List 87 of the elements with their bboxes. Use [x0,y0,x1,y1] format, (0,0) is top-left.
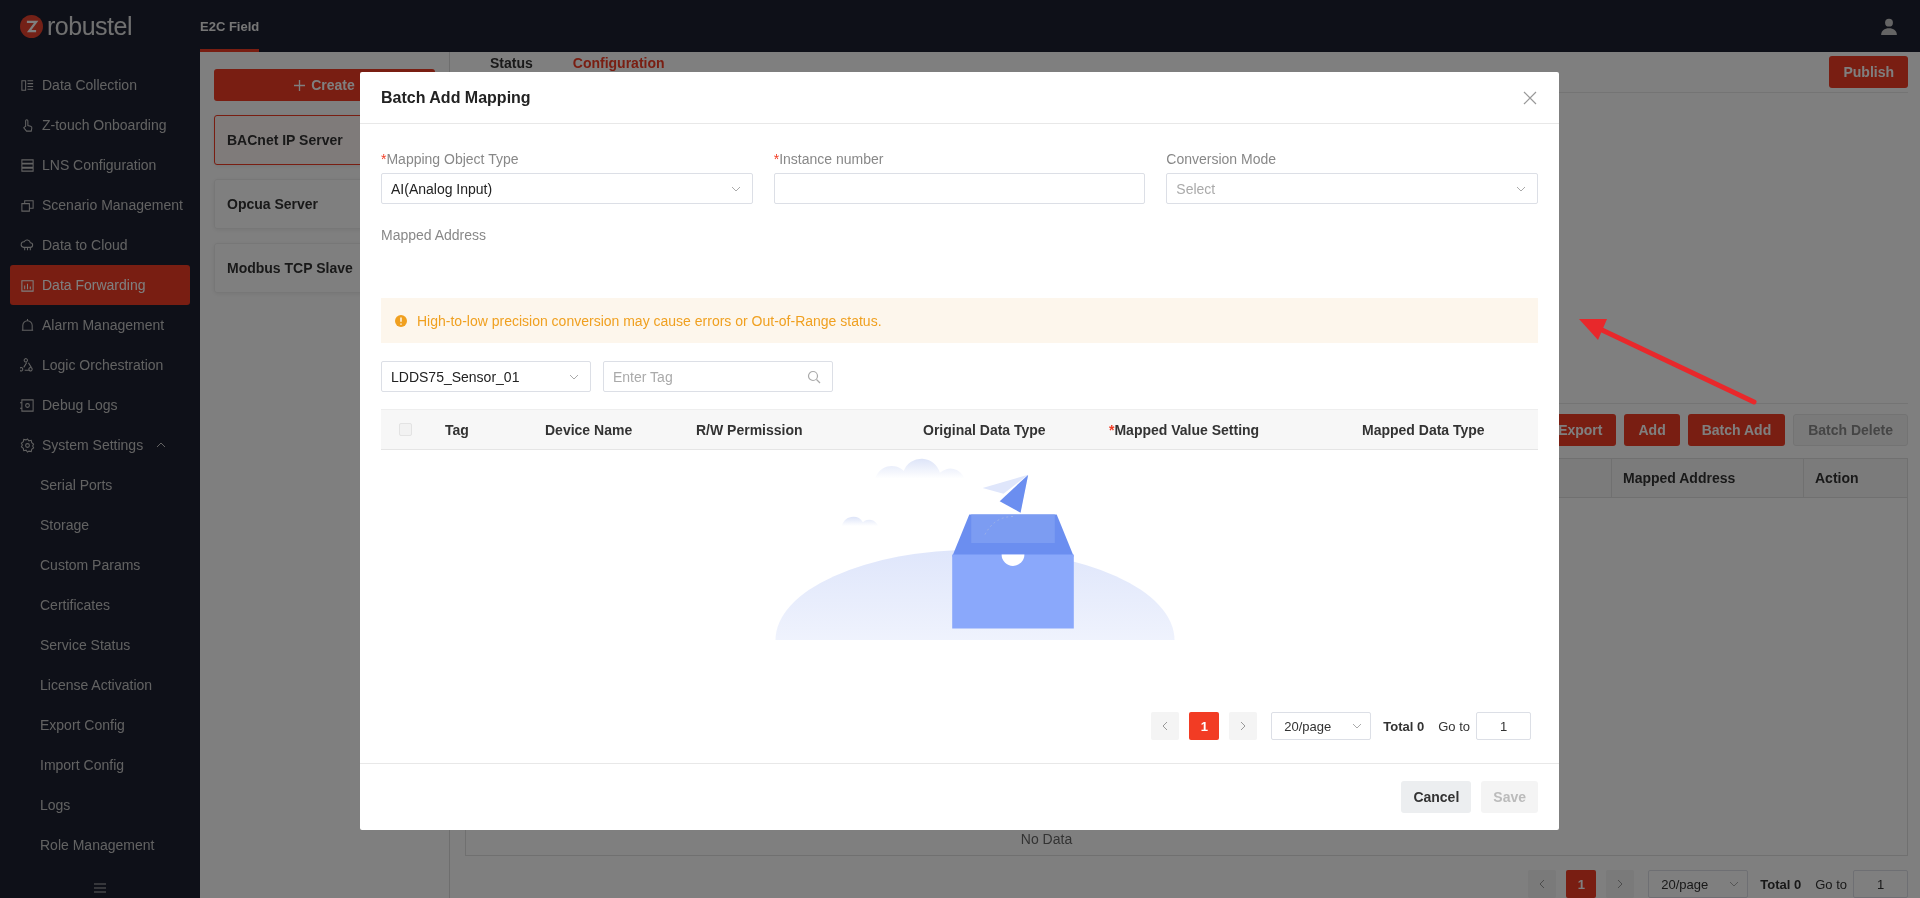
field-label: Mapped Address [381,227,488,243]
close-icon[interactable] [1523,90,1537,105]
sidebar-item[interactable]: LNS Configuration [10,145,190,185]
sidebar-subitem[interactable]: Role Management [0,825,200,865]
sidebar-item[interactable]: Data Collection [10,65,190,105]
page-number[interactable]: 1 [1189,712,1220,740]
page-tab[interactable]: Configuration [572,55,665,71]
chevron-right-icon [1617,879,1624,889]
caret-icon [569,373,579,380]
chevron-left-icon [1162,721,1169,731]
column-header: Action [1803,459,1907,497]
chevron-icon[interactable] [156,442,166,448]
page-size-select[interactable]: 20/page [1271,712,1372,740]
field-label: *Instance number [773,151,885,167]
column-header: Tag [445,421,470,438]
sidebar-item[interactable]: Scenario Management [10,185,190,225]
page-tab[interactable]: Status [490,55,533,71]
logo: robustel [47,11,132,41]
prev-page-button[interactable] [1151,712,1180,740]
plus-icon [294,79,306,91]
sidebar-item[interactable]: Logic Orchestration [10,345,190,385]
page-number[interactable]: 1 [1566,870,1597,898]
chevron-right-icon [1240,721,1247,731]
sidebar-item[interactable]: System Settings [10,425,190,465]
sidebar-subitem[interactable]: Export Config [0,705,200,745]
cloud-icon [20,237,35,253]
caret-icon [1516,185,1526,192]
sidebar-subitem[interactable]: Import Config [0,745,200,785]
total-count: Total 0 [1383,718,1425,734]
column-header: Original Data Type [923,421,1047,438]
column-header: Device Name [545,421,634,438]
sidebar-item[interactable]: Alarm Management [10,305,190,345]
column-header: Mapped Address [1611,459,1803,497]
search-field[interactable]: Enter Tag [603,361,833,392]
goto-field[interactable]: 1 [1853,870,1908,898]
nodes-icon [20,357,35,373]
total-count: Total 0 [1760,876,1802,892]
next-page-button[interactable] [1606,870,1635,898]
sidebar-item[interactable]: Z-touch Onboarding [10,105,190,145]
column-header: R/W Permission [696,421,804,438]
select-field[interactable]: AI(Analog Input) [381,173,753,204]
sidebar-subitem[interactable]: License Activation [0,665,200,705]
list-icon [20,77,35,93]
goto-label: Go to [1815,876,1847,892]
windows-icon [20,197,35,213]
menu-icon[interactable] [94,883,106,893]
toolbar-button[interactable]: Add [1624,414,1680,446]
sidebar-subitem[interactable]: Logs [0,785,200,825]
input-field[interactable] [773,173,1146,204]
next-page-button[interactable] [1229,712,1258,740]
prev-page-button[interactable] [1528,870,1557,898]
page-size-select[interactable]: 20/page [1648,870,1749,898]
hand-icon [20,117,35,133]
stack-icon [20,157,35,173]
logo-icon [20,14,43,38]
gear-icon [20,437,35,453]
search-icon [807,369,821,384]
caret-icon [730,185,741,192]
empty-text: No Data [1020,831,1073,847]
chevron-left-icon [1539,879,1546,889]
caret-icon [1352,723,1363,729]
column-header: *Mapped Value Setting [1109,421,1261,438]
field-label: Conversion Mode [1166,151,1278,167]
warning-icon [395,314,407,327]
caret-icon [1729,881,1740,887]
sidebar-subitem[interactable]: Custom Params [0,545,200,585]
warning-text: High-to-low precision conversion may cause errors or Out-of-Range status. [417,312,882,329]
sidebar-subitem[interactable]: Service Status [0,625,200,665]
sidebar-item[interactable]: Debug Logs [10,385,190,425]
chart-icon [20,277,35,293]
publish-button[interactable]: Publish [1829,56,1908,88]
sidebar-item[interactable]: Data to Cloud [10,225,190,265]
column-header: Mapped Data Type [1362,421,1486,438]
dialog-button[interactable]: Cancel [1401,781,1472,813]
toolbar-button[interactable]: Batch Add [1687,414,1786,446]
bell-icon [20,317,35,333]
sidebar-subitem[interactable]: Storage [0,505,200,545]
select-field[interactable]: Select [1166,173,1538,204]
sidebar-subitem[interactable]: Serial Ports [0,465,200,505]
sidebar-item[interactable]: Data Forwarding [10,265,190,305]
goto-label: Go to [1438,718,1470,734]
goto-field[interactable]: 1 [1476,712,1531,740]
frame-icon [20,397,35,413]
device-select[interactable]: LDDS75_Sensor_01 [381,361,591,392]
app-tab[interactable]: E2C Field [200,0,260,52]
sidebar-subitem[interactable]: Certificates [0,585,200,625]
user-icon[interactable] [1880,17,1898,35]
